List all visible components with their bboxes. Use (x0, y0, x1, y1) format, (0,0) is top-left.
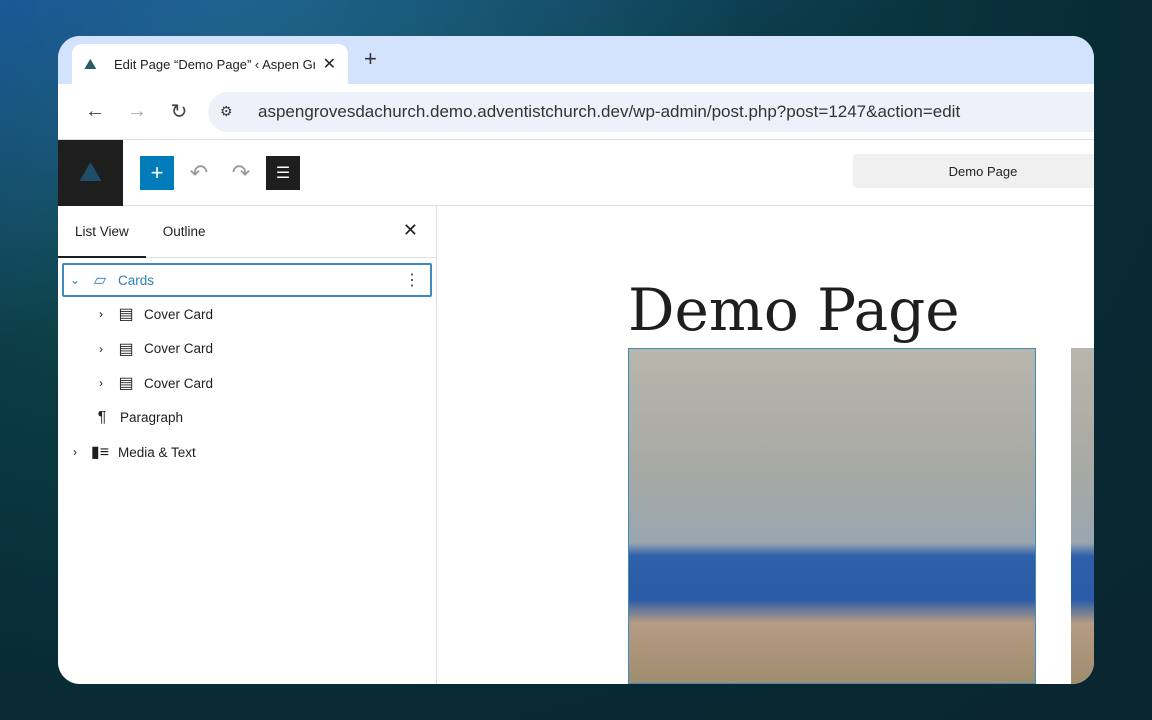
list-item[interactable]: › ▮≡ Media & Text (58, 435, 436, 470)
editor-toolbar: ⛰ + ↶ ↷ ☰ Demo Page (58, 139, 1094, 206)
browser-tab[interactable]: ⛰ Edit Page “Demo Page” ‹ Aspen Gr ✕ (72, 44, 348, 84)
cover-card-icon: ▤ (118, 375, 134, 393)
list-item[interactable]: › ▤ Cover Card (58, 297, 436, 332)
more-options-icon[interactable]: ⋮ (404, 270, 420, 290)
paragraph-icon: ¶ (97, 408, 107, 426)
close-icon[interactable]: ✕ (403, 220, 418, 241)
tab-bar: ⛰ Edit Page “Demo Page” ‹ Aspen Gr ✕ + (58, 36, 1094, 84)
list-item-label: Cover Card (144, 306, 214, 322)
close-tab-icon[interactable]: ✕ (323, 54, 336, 74)
address-bar: ← → ↻ ⚙ aspengrovesdachurch.demo.adventi… (58, 84, 1094, 140)
cover-card-image[interactable] (1071, 348, 1094, 684)
list-item[interactable]: ⌄ ▱ Cards ⋮ (62, 263, 432, 297)
document-title-bar[interactable]: Demo Page (853, 154, 1094, 188)
cover-card-icon: ▤ (118, 340, 134, 358)
chevron-down-icon[interactable]: ⌄ (68, 273, 82, 287)
cover-card-image[interactable] (628, 348, 1036, 684)
list-item-label: Media & Text (118, 444, 196, 460)
list-item-label: Cover Card (144, 341, 214, 357)
page-title[interactable]: Demo Page (628, 276, 960, 344)
media-text-icon: ▮≡ (90, 444, 110, 462)
list-item-label: Cards (118, 272, 155, 288)
chevron-right-icon[interactable]: › (94, 342, 108, 356)
list-view-sidebar: List View Outline ✕ ⌄ ▱ Cards ⋮ › ▤ Cover … (58, 206, 437, 684)
forward-button[interactable]: → (116, 100, 158, 123)
site-settings-icon[interactable]: ⚙ (220, 103, 246, 120)
site-favicon-icon: ⛰ (84, 55, 97, 73)
add-block-button[interactable]: + (140, 155, 174, 190)
list-item[interactable]: › ▤ Cover Card (58, 332, 436, 367)
browser-window: ⛰ Edit Page “Demo Page” ‹ Aspen Gr ✕ + ←… (58, 36, 1094, 684)
cover-card-icon: ▤ (118, 306, 134, 324)
tab-title: Edit Page “Demo Page” ‹ Aspen Gr (114, 56, 315, 72)
tab-list-view[interactable]: List View (58, 206, 146, 258)
cards-icon: ▱ (93, 272, 107, 289)
list-item-label: Cover Card (144, 375, 214, 391)
chevron-right-icon[interactable]: › (94, 307, 108, 321)
tab-outline[interactable]: Outline (146, 206, 223, 258)
list-item[interactable]: ¶ Paragraph (58, 401, 436, 436)
site-logo-icon[interactable]: ⛰ (58, 139, 123, 206)
undo-button[interactable]: ↶ (182, 156, 216, 190)
redo-button[interactable]: ↷ (224, 156, 258, 190)
new-tab-button[interactable]: + (364, 46, 377, 72)
chevron-right-icon[interactable]: › (68, 445, 82, 459)
list-item-label: Paragraph (120, 410, 184, 426)
url-input[interactable]: ⚙ aspengrovesdachurch.demo.adventistchur… (208, 91, 1094, 132)
list-item[interactable]: › ▤ Cover Card (58, 366, 436, 401)
reload-button[interactable]: ↻ (158, 99, 200, 124)
document-overview-button[interactable]: ☰ (266, 155, 300, 190)
chevron-right-icon[interactable]: › (94, 376, 108, 390)
editor-canvas: Demo Page (438, 206, 1094, 684)
back-button[interactable]: ← (74, 100, 116, 123)
url-text: aspengrovesdachurch.demo.adventistchurch… (258, 101, 961, 121)
